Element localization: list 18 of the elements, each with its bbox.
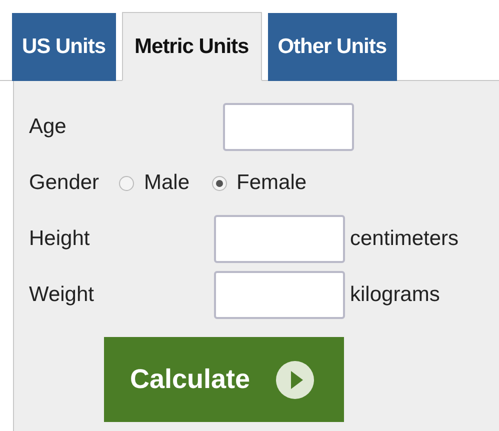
field-label: Age bbox=[29, 115, 68, 139]
field-label: Height bbox=[29, 227, 91, 251]
calculate-button[interactable]: Calculate bbox=[104, 337, 344, 422]
unit-label: kilograms bbox=[350, 283, 440, 307]
field-label: Weight bbox=[29, 283, 95, 307]
tab[interactable]: Metric Units bbox=[122, 12, 262, 81]
radio-button[interactable] bbox=[212, 176, 227, 190]
input-field[interactable] bbox=[223, 103, 354, 151]
input-field[interactable] bbox=[214, 271, 345, 319]
play-icon bbox=[276, 360, 314, 398]
input-field[interactable] bbox=[214, 215, 345, 263]
tab[interactable]: Other Units bbox=[268, 13, 397, 81]
unit-label: centimeters bbox=[350, 227, 459, 251]
tab[interactable]: US Units bbox=[12, 13, 116, 81]
radio-button[interactable] bbox=[119, 176, 134, 190]
radio-label: Female bbox=[236, 171, 307, 195]
radio-label: Male bbox=[144, 171, 190, 195]
field-label: Gender bbox=[29, 171, 100, 195]
